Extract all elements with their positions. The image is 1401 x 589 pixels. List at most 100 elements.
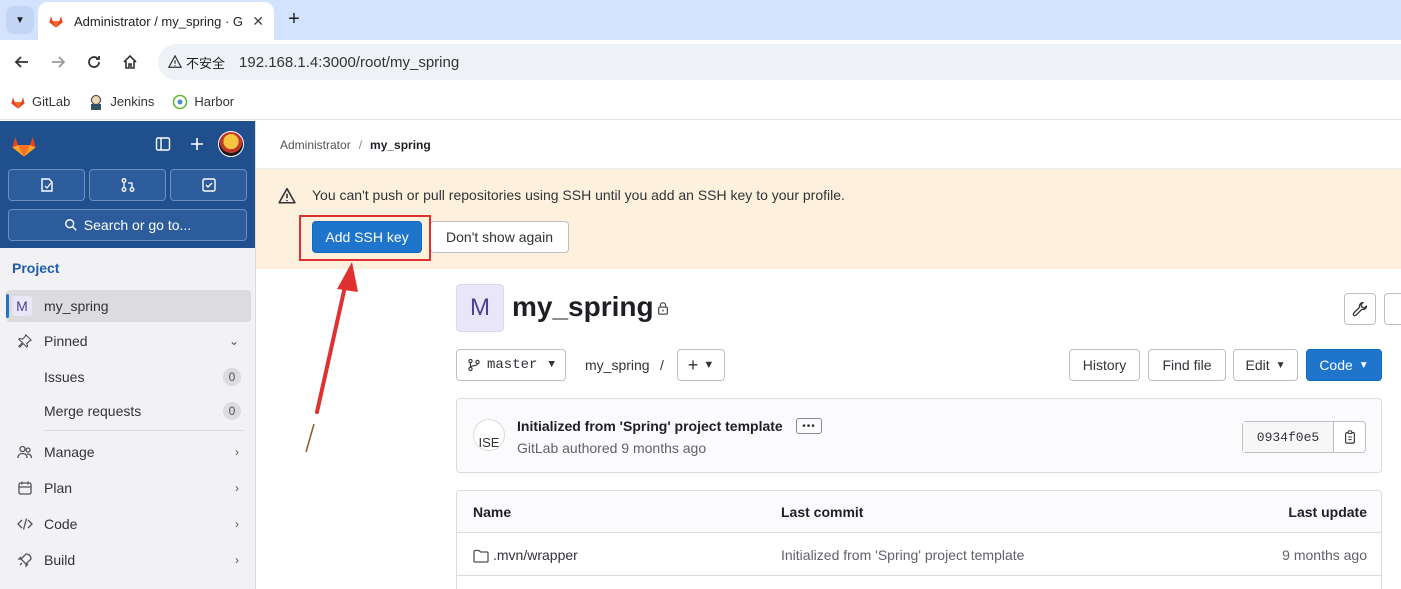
sidebar-item-merge-requests[interactable]: Merge requests 0: [6, 395, 251, 427]
alert-message: You can't push or pull repositories usin…: [312, 187, 845, 203]
chevron-right-icon: ›: [235, 445, 239, 459]
sidebar-item-issues[interactable]: Issues 0: [6, 361, 251, 393]
count-badge: 0: [223, 402, 241, 420]
commit-title[interactable]: Initialized from 'Spring' project templa…: [517, 418, 783, 434]
gitlab-icon: [10, 94, 26, 110]
commit-sha-group: 0934f0e5: [1242, 421, 1366, 453]
bookmark-harbor[interactable]: Harbor: [172, 94, 234, 110]
file-commit-message[interactable]: Initialized from 'Spring' project templa…: [781, 547, 1024, 563]
edit-dropdown-button[interactable]: Edit ▼: [1233, 349, 1298, 381]
lock-icon: [657, 302, 669, 315]
commit-meta: GitLab authored 9 months ago: [517, 440, 707, 456]
reload-button[interactable]: [82, 50, 106, 74]
calendar-icon: [16, 479, 34, 497]
bookmarks-bar: GitLab Jenkins Harbor: [0, 84, 1401, 120]
count-badge: 0: [223, 368, 241, 386]
chevron-down-icon: ▼: [1358, 359, 1369, 371]
bookmark-jenkins[interactable]: Jenkins: [88, 94, 154, 110]
tab-close-icon[interactable]: ✕: [252, 13, 264, 30]
code-dropdown-button[interactable]: Code ▼: [1306, 349, 1382, 381]
harbor-icon: [172, 94, 188, 110]
sidebar-item-project[interactable]: M my_spring: [6, 290, 251, 322]
jenkins-icon: [88, 94, 104, 110]
column-header-last-update: Last update: [1288, 504, 1367, 520]
file-name-cell[interactable]: .mvn/wrapper: [473, 547, 578, 563]
commit-sha[interactable]: 0934f0e5: [1243, 422, 1334, 452]
history-button[interactable]: History: [1069, 349, 1140, 381]
forward-button[interactable]: [46, 50, 70, 74]
search-icon: [64, 219, 77, 231]
search-label: Search or go to...: [83, 217, 192, 233]
tab-search-button[interactable]: ▼: [6, 6, 34, 34]
url-text[interactable]: 192.168.1.4:3000/root/my_spring: [239, 54, 459, 71]
search-button[interactable]: Search or go to...: [8, 209, 247, 241]
chevron-right-icon: ›: [235, 481, 239, 495]
sidebar-item-label: Plan: [44, 480, 73, 496]
bookmark-gitlab[interactable]: GitLab: [10, 94, 70, 110]
merge-requests-counter-button[interactable]: [89, 169, 166, 201]
rocket-icon: [16, 551, 34, 569]
expand-commit-button[interactable]: •••: [796, 418, 822, 434]
ssh-key-alert: You can't push or pull repositories usin…: [256, 169, 1401, 269]
new-tab-button[interactable]: +: [282, 8, 306, 32]
create-new-icon[interactable]: [186, 133, 208, 155]
sidebar-item-code[interactable]: Code ›: [6, 508, 251, 540]
home-button[interactable]: [118, 50, 142, 74]
settings-button[interactable]: [1344, 293, 1376, 325]
sidebar-item-label: Pinned: [44, 333, 88, 349]
breadcrumb-separator: /: [358, 138, 363, 152]
tab-title: Administrator / my_spring · G: [74, 13, 244, 29]
branch-selector[interactable]: master ▼: [456, 349, 566, 381]
address-bar[interactable]: 不安全 192.168.1.4:3000/root/my_spring: [158, 44, 1401, 80]
edit-label: Edit: [1245, 357, 1270, 373]
issues-counter-button[interactable]: [8, 169, 85, 201]
thumbtack-icon: [16, 332, 34, 350]
copy-icon: [1344, 430, 1355, 444]
warning-icon: [278, 187, 296, 204]
breadcrumb-parent[interactable]: Administrator: [280, 138, 351, 152]
sidebar-header: Search or go to...: [0, 121, 255, 248]
copy-sha-button[interactable]: [1334, 422, 1365, 452]
security-chip[interactable]: 不安全: [168, 53, 225, 72]
todos-counter-button[interactable]: [170, 169, 247, 201]
user-avatar[interactable]: [218, 131, 244, 157]
project-actions-button[interactable]: [1384, 293, 1401, 325]
sidebar-item-label: Issues: [44, 369, 85, 385]
code-icon: [16, 515, 34, 533]
home-icon: [123, 54, 137, 69]
back-arrow-icon: [14, 56, 28, 68]
add-ssh-key-button[interactable]: Add SSH key: [312, 221, 422, 253]
chevron-right-icon: ›: [235, 553, 239, 567]
bookmark-label: GitLab: [32, 94, 71, 109]
browser-tabstrip: ▼ Administrator / my_spring · G ✕ +: [0, 0, 1401, 40]
file-tree-table: Name Last commit Last update .mvn/wrappe…: [456, 490, 1382, 589]
find-file-button[interactable]: Find file: [1148, 349, 1226, 381]
chevron-down-icon: ⌄: [228, 334, 239, 348]
sidebar-divider: [44, 430, 244, 431]
sidebar-item-pinned[interactable]: Pinned ⌄: [6, 325, 251, 357]
table-row[interactable]: .mvn/wrapper Initialized from 'Spring' p…: [457, 534, 1381, 576]
sidebar-item-build[interactable]: Build ›: [6, 544, 251, 576]
sidebar-section-title: Project: [12, 260, 60, 276]
file-name: .mvn/wrapper: [493, 547, 578, 563]
chevron-down-icon: ▼: [548, 359, 555, 371]
browser-tab[interactable]: Administrator / my_spring · G ✕: [38, 2, 274, 40]
gitlab-logo-icon[interactable]: [10, 131, 38, 159]
table-header: Name Last commit Last update: [457, 491, 1381, 533]
breadcrumb-current[interactable]: my_spring: [370, 138, 431, 152]
reload-icon: [88, 56, 100, 68]
sidebar-item-label: Build: [44, 552, 76, 568]
commit-author-avatar[interactable]: ISE: [473, 419, 505, 451]
chevron-down-icon: ▼: [703, 359, 715, 371]
active-indicator: [6, 294, 9, 318]
repo-path[interactable]: my_spring: [585, 357, 650, 373]
toggle-sidebar-icon[interactable]: [152, 133, 174, 155]
sidebar-item-plan[interactable]: Plan ›: [6, 472, 251, 504]
dont-show-again-button[interactable]: Don't show again: [430, 221, 569, 253]
add-to-tree-button[interactable]: + ▼: [677, 349, 725, 381]
sidebar-item-label: my_spring: [44, 298, 109, 314]
todo-icon: [201, 178, 216, 192]
code-label: Code: [1319, 357, 1353, 373]
back-button[interactable]: [10, 50, 34, 74]
sidebar-item-manage[interactable]: Manage ›: [6, 436, 251, 468]
